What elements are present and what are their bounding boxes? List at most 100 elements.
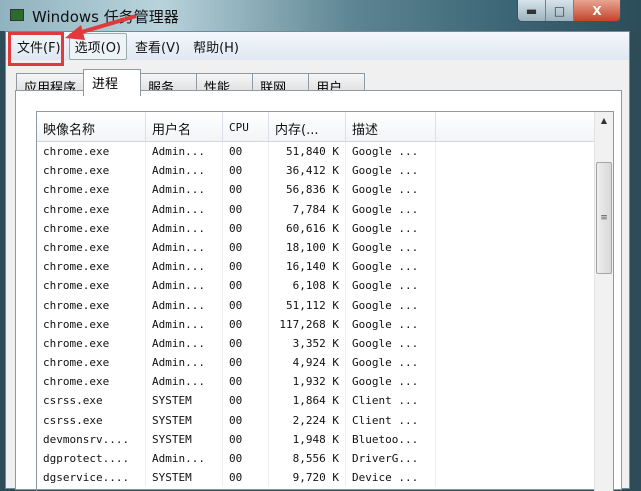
user-name-cell: SYSTEM	[146, 429, 223, 449]
close-button[interactable]: X	[574, 0, 620, 21]
cpu-cell: 00	[223, 410, 269, 430]
table-row[interactable]: chrome.exe Admin... 00 56,836 K Google ...	[37, 180, 613, 200]
description-cell: Google ...	[346, 142, 436, 162]
memory-cell: 18,100 K	[269, 237, 346, 258]
window-controls: ▬ □ X	[517, 0, 621, 22]
description-cell: Google ...	[346, 276, 436, 296]
description-cell: DriverG...	[346, 449, 436, 469]
process-name-cell: chrome.exe	[37, 314, 146, 334]
user-name-cell: Admin...	[146, 161, 223, 181]
memory-cell: 16,140 K	[269, 257, 346, 277]
table-row[interactable]: chrome.exe Admin... 00 51,112 K Google ...	[37, 295, 613, 315]
memory-cell: 1,932 K	[269, 372, 346, 392]
process-name-cell: chrome.exe	[37, 295, 146, 315]
cpu-cell: 00	[223, 468, 269, 488]
vertical-scrollbar[interactable]: ▲ ≡	[594, 112, 613, 491]
user-name-cell: Admin...	[146, 142, 223, 162]
memory-cell: 1,948 K	[269, 429, 346, 449]
user-name-cell: Admin...	[146, 372, 223, 392]
user-name-cell: Admin...	[146, 276, 223, 296]
table-row[interactable]: dgservice.... SYSTEM 00 9,720 K Device ...	[37, 468, 613, 488]
process-list[interactable]: 映像名称 用户名 CPU 内存(... 描述 chrome.exe Admin..…	[36, 111, 614, 491]
description-cell: Google ...	[346, 353, 436, 373]
process-name-cell: chrome.exe	[37, 353, 146, 373]
red-arrow-annotation	[65, 14, 137, 40]
minimize-button[interactable]: ▬	[518, 0, 546, 21]
description-cell: Client ...	[346, 410, 436, 430]
table-row[interactable]: chrome.exe Admin... 00 51,840 K Google ...	[37, 142, 613, 162]
process-name-cell: csrss.exe	[37, 410, 146, 430]
table-row[interactable]: dgprotect.... Admin... 00 8,556 K DriverG...	[37, 449, 613, 469]
memory-cell: 8,556 K	[269, 449, 346, 469]
description-cell: Google ...	[346, 199, 436, 219]
memory-cell: 36,412 K	[269, 161, 346, 181]
memory-cell: 60,616 K	[269, 218, 346, 238]
table-row[interactable]: chrome.exe Admin... 00 36,412 K Google ...	[37, 161, 613, 181]
process-name-cell: chrome.exe	[37, 180, 146, 200]
user-name-cell: Admin...	[146, 199, 223, 219]
cpu-cell: 00	[223, 199, 269, 219]
user-name-cell: Admin...	[146, 314, 223, 334]
user-name-cell: Admin...	[146, 180, 223, 200]
process-name-cell: chrome.exe	[37, 218, 146, 238]
table-row[interactable]: chrome.exe Admin... 00 117,268 K Google ...	[37, 314, 613, 334]
table-row[interactable]: chrome.exe Admin... 00 4,924 K Google ...	[37, 353, 613, 373]
table-row[interactable]: chrome.exe Admin... 00 1,932 K Google ...	[37, 372, 613, 392]
col-description[interactable]: 描述	[346, 112, 436, 141]
cpu-cell: 00	[223, 180, 269, 200]
process-name-cell: chrome.exe	[37, 142, 146, 162]
user-name-cell: Admin...	[146, 449, 223, 469]
cpu-cell: 00	[223, 218, 269, 238]
table-row[interactable]: chrome.exe Admin... 00 3,352 K Google ...	[37, 333, 613, 354]
process-name-cell: chrome.exe	[37, 333, 146, 354]
process-name-cell: chrome.exe	[37, 237, 146, 258]
col-memory[interactable]: 内存(...	[269, 112, 346, 141]
col-image-name[interactable]: 映像名称	[37, 112, 146, 141]
memory-cell: 2,224 K	[269, 410, 346, 430]
memory-cell: 51,112 K	[269, 295, 346, 315]
table-row[interactable]: csrss.exe SYSTEM 00 1,864 K Client ...	[37, 391, 613, 411]
maximize-button[interactable]: □	[546, 0, 574, 21]
memory-cell: 4,924 K	[269, 353, 346, 373]
col-cpu[interactable]: CPU	[223, 112, 269, 141]
memory-cell: 9,720 K	[269, 468, 346, 488]
list-header: 映像名称 用户名 CPU 内存(... 描述	[37, 112, 613, 142]
table-row[interactable]: chrome.exe Admin... 00 16,140 K Google ...	[37, 257, 613, 277]
table-row[interactable]: devmonsrv.... SYSTEM 00 1,948 K Bluetoo...	[37, 429, 613, 449]
cpu-cell: 00	[223, 276, 269, 296]
process-name-cell: chrome.exe	[37, 276, 146, 296]
memory-cell: 7,784 K	[269, 199, 346, 219]
user-name-cell: Admin...	[146, 257, 223, 277]
table-row[interactable]: chrome.exe Admin... 00 18,100 K Google ...	[37, 237, 613, 258]
table-row[interactable]: chrome.exe Admin... 00 60,616 K Google ...	[37, 218, 613, 238]
description-cell: Google ...	[346, 314, 436, 334]
scroll-up-icon[interactable]: ▲	[595, 112, 613, 130]
cpu-cell: 00	[223, 161, 269, 181]
user-name-cell: Admin...	[146, 295, 223, 315]
process-name-cell: devmonsrv....	[37, 429, 146, 449]
description-cell: Google ...	[346, 295, 436, 315]
col-user-name[interactable]: 用户名	[146, 112, 223, 141]
memory-cell: 6,108 K	[269, 276, 346, 296]
highlight-box	[8, 32, 64, 66]
task-manager-icon	[10, 9, 24, 21]
user-name-cell: Admin...	[146, 353, 223, 373]
table-row[interactable]: csrss.exe SYSTEM 00 2,224 K Client ...	[37, 410, 613, 430]
cpu-cell: 00	[223, 429, 269, 449]
user-name-cell: Admin...	[146, 333, 223, 354]
memory-cell: 51,840 K	[269, 142, 346, 162]
cpu-cell: 00	[223, 333, 269, 354]
menu-help[interactable]: 帮助(H)	[188, 34, 244, 59]
tab-processes[interactable]: 进程	[83, 69, 142, 96]
scroll-thumb[interactable]: ≡	[596, 162, 612, 274]
description-cell: Google ...	[346, 218, 436, 238]
cpu-cell: 00	[223, 449, 269, 469]
window-body: 文件(F) 选项(O) 查看(V) 帮助(H) 应用程序 进程 服务 性能 联网…	[5, 14, 630, 491]
process-name-cell: dgprotect....	[37, 449, 146, 469]
cpu-cell: 00	[223, 372, 269, 392]
description-cell: Google ...	[346, 257, 436, 277]
table-row[interactable]: chrome.exe Admin... 00 7,784 K Google ...	[37, 199, 613, 219]
table-row[interactable]: chrome.exe Admin... 00 6,108 K Google ...	[37, 276, 613, 296]
memory-cell: 3,352 K	[269, 333, 346, 354]
cpu-cell: 00	[223, 314, 269, 334]
